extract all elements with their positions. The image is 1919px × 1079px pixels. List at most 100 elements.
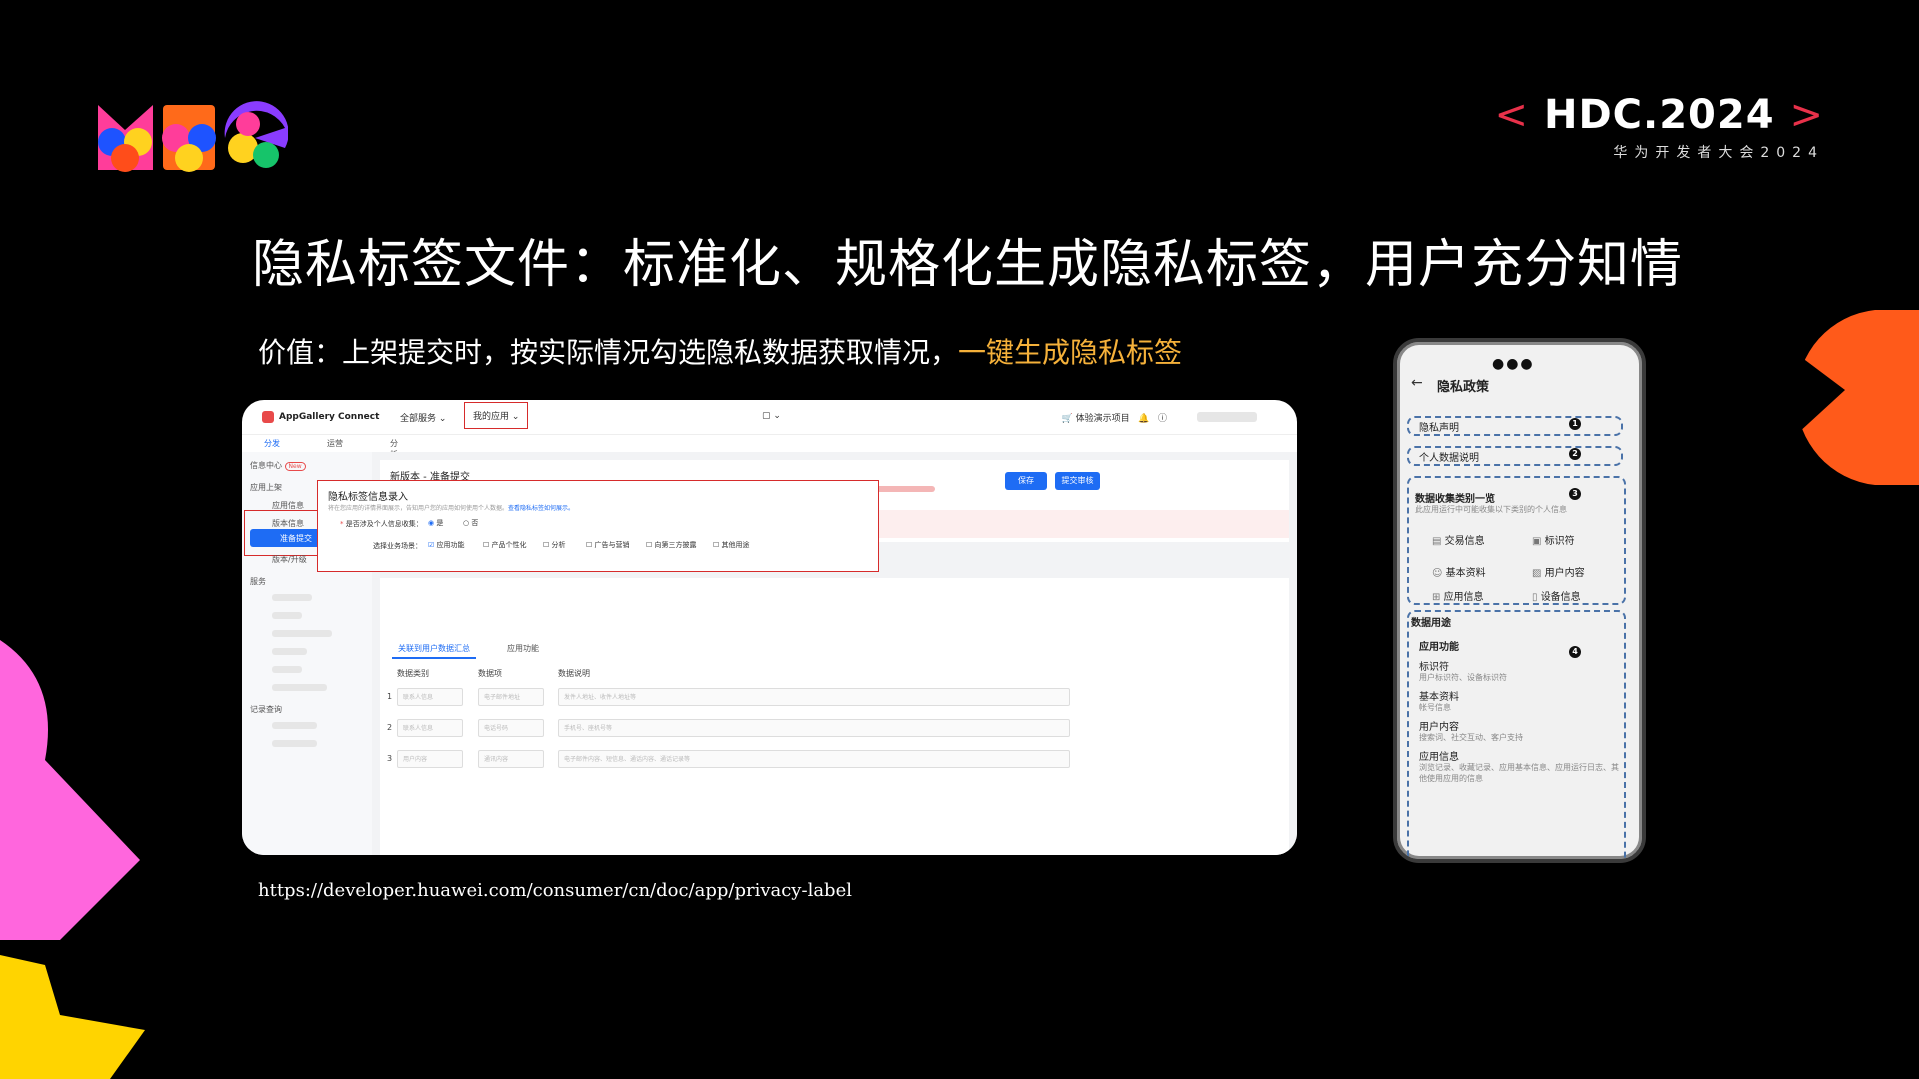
demo-project[interactable]: 🛒 体验演示项目 🔔 ⓘ: [1062, 411, 1167, 424]
row-number: 2: [387, 723, 393, 732]
phone-title: 隐私政策: [1437, 380, 1490, 395]
sidebar-placeholder: [272, 648, 307, 655]
sidebar-services[interactable]: 服务: [250, 576, 266, 587]
category-value: 用户内容: [403, 756, 428, 763]
category-value: 联系人信息: [403, 725, 434, 732]
product-name: AppGallery Connect: [279, 412, 380, 422]
category-identifier-label: 标识符: [1544, 536, 1575, 547]
category-content-label: 用户内容: [1544, 568, 1585, 579]
appgallery-console-screenshot: AppGallery Connect 全部服务 ⌄ 我的应用 ⌄ ▢ ⌄ 🛒 体…: [242, 400, 1297, 855]
scene-label-0: 应用功能: [436, 541, 465, 549]
scene-checkbox[interactable]: ☐ 分析: [543, 540, 566, 550]
usage-section: 应用功能: [1419, 642, 1459, 653]
radio-no[interactable]: ○ 否: [463, 518, 478, 528]
usage-item-desc: 帐号信息: [1419, 703, 1451, 712]
account-placeholder[interactable]: [1197, 412, 1257, 422]
scene-checkbox[interactable]: ☐ 广告与营销: [586, 540, 630, 550]
brand-name: HDC.2024: [1543, 92, 1775, 138]
subtitle-highlight: 一键生成隐私标签: [958, 336, 1183, 369]
sidebar-version-upgrade[interactable]: 版本/升级: [272, 554, 307, 565]
brand-right-bracket: >: [1789, 92, 1824, 138]
appgallery-icon: [262, 411, 274, 423]
reference-url[interactable]: https://developer.huawei.com/consumer/cn…: [258, 880, 852, 901]
personal-data: 个人数据说明: [1419, 453, 1479, 464]
category-profile: ☺ 基本资料: [1432, 568, 1486, 579]
category-content: ▨ 用户内容: [1532, 568, 1585, 579]
scene-checkbox[interactable]: ☐ 产品个性化: [483, 540, 527, 550]
tab-distribute[interactable]: 分发: [264, 438, 280, 449]
privacy-desc-text: 将在您应用的详情界面展示，告知用户您的应用如何使用个人数据。: [328, 505, 509, 512]
sidebar-placeholder: [272, 722, 317, 729]
scene-label-5: 其他用途: [721, 541, 750, 549]
item-field[interactable]: 电子邮件地址: [478, 688, 544, 706]
sidebar-records[interactable]: 记录查询: [250, 704, 282, 715]
sidebar-placeholder: [272, 594, 312, 601]
console-logo[interactable]: AppGallery Connect: [262, 411, 379, 423]
hdc-logo: [98, 101, 288, 172]
category-field[interactable]: 用户内容: [397, 750, 463, 768]
sidebar-placeholder: [272, 684, 327, 691]
item-field[interactable]: 电话号码: [478, 719, 544, 737]
scene-checkbox[interactable]: ☐ 向第三方披露: [646, 540, 697, 550]
category-device: ▯ 设备信息: [1532, 592, 1581, 603]
description-field[interactable]: 发件人地址、收件人地址等: [558, 688, 1070, 706]
row-number: 3: [387, 754, 393, 763]
usage-item-name: 应用信息: [1419, 752, 1459, 763]
event-brand: < HDC.2024 > 华为开发者大会2024: [1495, 92, 1824, 162]
prepare-submit-label: 准备提交: [280, 534, 312, 543]
scene-label-3: 广告与营销: [594, 541, 630, 549]
scene-checkbox[interactable]: ☑ 应用功能: [428, 540, 465, 550]
description-field[interactable]: 手机号、座机号等: [558, 719, 1070, 737]
subtab-user-data[interactable]: 关联到用户数据汇总: [392, 643, 476, 659]
item-field[interactable]: 通讯内容: [478, 750, 544, 768]
collection-title: 数据收集类别一览: [1415, 494, 1495, 505]
new-badge: New: [284, 462, 306, 471]
sidebar-placeholder: [272, 630, 332, 637]
description-value: 发件人地址、收件人地址等: [564, 694, 637, 701]
brand-left-bracket: <: [1494, 92, 1530, 138]
sidebar-placeholder: [272, 666, 302, 673]
sidebar-placeholder: [272, 740, 317, 747]
category-field[interactable]: 联系人信息: [397, 719, 463, 737]
question-label: * 是否涉及个人信息收集：: [340, 520, 423, 528]
privacy-label-entry-box: 隐私标签信息录入 将在您应用的详情界面展示，告知用户您的应用如何使用个人数据。查…: [317, 480, 879, 572]
menu-all-services[interactable]: 全部服务 ⌄: [400, 411, 446, 424]
usage-item-name: 用户内容: [1419, 722, 1459, 733]
category-device-label: 设备信息: [1540, 592, 1581, 603]
back-arrow-icon[interactable]: ←: [1411, 375, 1423, 391]
usage-item-name: 基本资料: [1419, 692, 1459, 703]
sidebar-info-center[interactable]: 信息中心 New: [250, 460, 306, 471]
doc-icon[interactable]: ▢ ⌄: [762, 411, 781, 421]
console-top-bar: AppGallery Connect 全部服务 ⌄ 我的应用 ⌄ ▢ ⌄ 🛒 体…: [242, 400, 1297, 435]
sidebar-app-listing[interactable]: 应用上架: [250, 482, 282, 493]
description-field[interactable]: 电子邮件内容、短信息、通话内容、通话记录等: [558, 750, 1070, 768]
scene-checkbox[interactable]: ☐ 其他用途: [713, 540, 750, 550]
scene-label: 选择业务场景：: [373, 542, 422, 550]
usage-item-desc: 浏览记录、收藏记录、应用基本信息、应用运行日志、其他使用应用的信息: [1419, 763, 1619, 783]
radio-no-label: 否: [471, 519, 479, 527]
category-trade: ▤ 交易信息: [1432, 536, 1485, 547]
camera-dots: ●●●: [1492, 356, 1535, 372]
collection-desc: 此应用运行中可能收集以下类别的个人信息: [1415, 505, 1567, 514]
submit-review-button[interactable]: 提交审核: [1055, 472, 1100, 490]
radio-yes-label: 是: [436, 519, 444, 527]
privacy-desc-link[interactable]: 查看隐私标签如何展示。: [508, 505, 574, 512]
orange-shape-decoration: [1785, 310, 1919, 485]
item-value: 通讯内容: [484, 756, 509, 763]
subtab-app-function[interactable]: 应用功能: [507, 643, 539, 654]
scene-label-2: 分析: [551, 541, 566, 549]
column-item: 数据项: [478, 669, 502, 678]
save-button[interactable]: 保存: [1005, 472, 1047, 490]
slide-title: 隐私标签文件：标准化、规格化生成隐私标签，用户充分知情: [252, 235, 1684, 295]
radio-yes[interactable]: ◉ 是: [428, 518, 443, 528]
menu-my-apps[interactable]: 我的应用 ⌄: [464, 402, 529, 429]
tab-operate[interactable]: 运营: [327, 438, 343, 449]
info-center-label: 信息中心: [250, 461, 282, 470]
sidebar-placeholder: [272, 612, 302, 619]
menu-my-label: 我的应用: [473, 412, 510, 422]
category-field[interactable]: 联系人信息: [397, 688, 463, 706]
category-app-label: 应用信息: [1443, 592, 1484, 603]
privacy-statement: 隐私声明: [1419, 423, 1459, 434]
marker-1: 1: [1569, 418, 1581, 430]
sidebar-version-info[interactable]: 版本信息: [272, 518, 304, 529]
